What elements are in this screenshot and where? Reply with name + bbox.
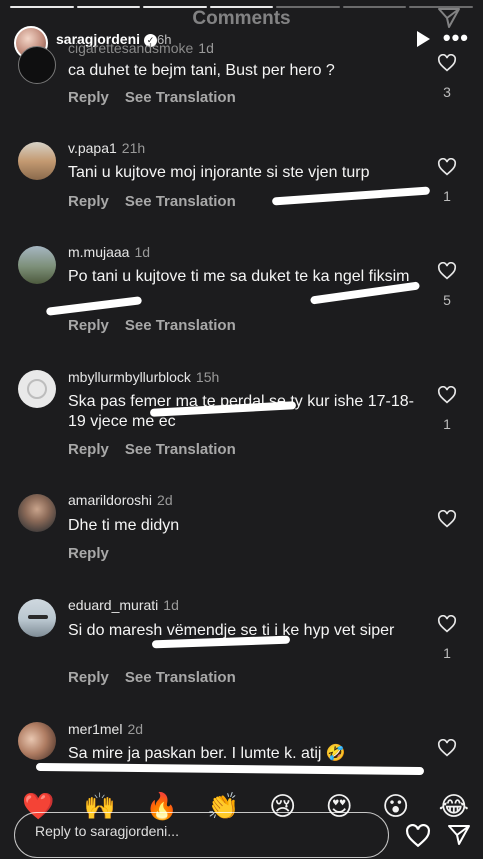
comment-username[interactable]: m.mujaaa 1d xyxy=(68,244,150,260)
reply-button[interactable]: Reply xyxy=(68,89,109,106)
like-count: 5 xyxy=(443,292,451,308)
comment-avatar[interactable] xyxy=(18,599,56,637)
redaction-scribble xyxy=(35,762,425,776)
like-heart-icon[interactable] xyxy=(437,54,457,72)
comment-username[interactable]: mbyllurmbyllurblock 15h xyxy=(68,369,219,385)
comment-text: Dhe ti me didyn xyxy=(68,517,180,534)
comment-username[interactable]: amarildoroshi 2d xyxy=(68,492,173,508)
like-heart-icon[interactable] xyxy=(437,739,457,757)
like-heart-icon[interactable] xyxy=(437,615,457,633)
more-options-icon[interactable]: ••• xyxy=(443,27,469,49)
comment-actions: Reply See Translation xyxy=(68,193,252,210)
see-translation-button[interactable]: See Translation xyxy=(125,441,236,458)
comment-avatar[interactable] xyxy=(18,46,56,84)
comment-actions: Reply See Translation xyxy=(68,669,252,686)
like-count: 3 xyxy=(443,84,451,100)
comments-title: Comments xyxy=(192,8,291,29)
like-count: 1 xyxy=(443,188,451,204)
reply-button[interactable]: Reply xyxy=(68,193,109,210)
like-heart-icon[interactable] xyxy=(437,158,457,176)
reply-button[interactable]: Reply xyxy=(68,669,109,686)
redaction-scribble xyxy=(271,186,431,206)
comment-username[interactable]: mer1mel 2d xyxy=(68,721,143,737)
see-translation-button[interactable]: See Translation xyxy=(125,317,236,334)
reply-button[interactable]: Reply xyxy=(68,545,109,562)
emoji-laughing[interactable]: 😂 xyxy=(439,790,469,822)
like-heart-icon[interactable] xyxy=(437,510,457,528)
reply-button[interactable]: Reply xyxy=(68,317,109,334)
like-heart-icon[interactable] xyxy=(437,262,457,280)
emoji-surprised[interactable]: 😮 xyxy=(382,790,409,822)
comment-actions: Reply See Translation xyxy=(68,89,252,106)
heart-icon[interactable] xyxy=(405,824,431,848)
reply-button[interactable]: Reply xyxy=(68,441,109,458)
comment-avatar[interactable] xyxy=(18,370,56,408)
comment-avatar[interactable] xyxy=(18,246,56,284)
comment-text: Po tani u kujtove ti me sa duket te ka n… xyxy=(68,268,410,285)
comment-avatar[interactable] xyxy=(18,494,56,532)
like-count: 1 xyxy=(443,645,451,661)
play-icon[interactable] xyxy=(415,30,431,48)
see-translation-button[interactable]: See Translation xyxy=(125,193,236,210)
reply-input[interactable] xyxy=(35,823,355,839)
comment-text: ca duhet te bejm tani, Bust per hero ? xyxy=(68,62,335,79)
like-count: 1 xyxy=(443,416,451,432)
reply-bar xyxy=(14,812,389,858)
comment-text: Ska pas femer ma te perdal se ty kur ish… xyxy=(68,393,414,430)
comment-actions: Reply See Translation xyxy=(68,441,252,458)
comment-avatar[interactable] xyxy=(18,142,56,180)
comment-text: Sa mire ja paskan ber. I lumte k. atij 🤣 xyxy=(68,745,346,762)
comment-username[interactable]: eduard_murati 1d xyxy=(68,597,179,613)
like-heart-icon[interactable] xyxy=(437,386,457,404)
see-translation-button[interactable]: See Translation xyxy=(125,89,236,106)
comment-username[interactable]: cigarettesandsmoke 1d xyxy=(68,40,214,56)
comment-actions: Reply xyxy=(68,545,125,562)
comment-username[interactable]: v.papa1 21h xyxy=(68,140,145,156)
comment-avatar[interactable] xyxy=(18,722,56,760)
comment-text: Tani u kujtove moj injorante si ste vjen… xyxy=(68,164,370,181)
comment-actions: Reply See Translation xyxy=(68,317,252,334)
send-icon[interactable] xyxy=(447,823,471,847)
see-translation-button[interactable]: See Translation xyxy=(125,669,236,686)
redaction-scribble xyxy=(45,296,143,316)
